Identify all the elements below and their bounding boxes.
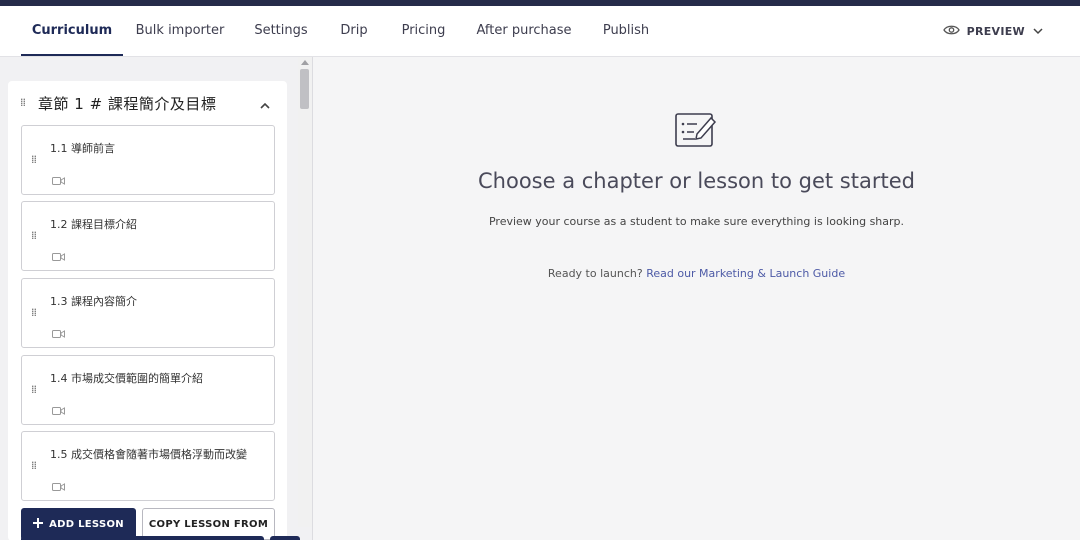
- tab-bulk-importer[interactable]: Bulk importer: [132, 6, 228, 56]
- marketing-guide-link[interactable]: Read our Marketing & Launch Guide: [646, 267, 845, 280]
- empty-state-subtext: Preview your course as a student to make…: [488, 215, 905, 228]
- tab-settings[interactable]: Settings: [248, 6, 314, 56]
- lesson-title: 1.2 課程目標介紹: [50, 218, 137, 231]
- launch-text: Ready to launch? Read our Marketing & La…: [313, 267, 1080, 280]
- lesson-item[interactable]: ⁞⁞ 1.3 課程內容簡介: [21, 278, 275, 348]
- video-icon: [52, 170, 65, 189]
- lesson-title: 1.1 導師前言: [50, 142, 115, 155]
- drag-handle-icon[interactable]: ⁞⁞: [20, 97, 26, 108]
- drag-handle-icon[interactable]: ⁞⁞: [31, 384, 37, 395]
- lesson-title: 1.3 課程內容簡介: [50, 295, 137, 308]
- curriculum-sidebar: ⁞⁞ 章節 1 # 課程簡介及目標 ⁞⁞ 1.1 導師前言 ⁞⁞ 1.2 課程目…: [0, 57, 313, 540]
- lesson-title: 1.5 成交價格會隨著市場價格浮動而改變: [50, 448, 247, 461]
- chapter-options-button[interactable]: [270, 536, 300, 540]
- tab-curriculum[interactable]: Curriculum: [21, 6, 123, 56]
- video-icon: [52, 476, 65, 495]
- scroll-thumb[interactable]: [300, 69, 309, 109]
- empty-state-heading: Choose a chapter or lesson to get starte…: [478, 169, 915, 193]
- drag-handle-icon[interactable]: ⁞⁞: [31, 230, 37, 241]
- main-panel: Choose a chapter or lesson to get starte…: [313, 57, 1080, 540]
- tab-after-purchase[interactable]: After purchase: [473, 6, 575, 56]
- video-icon: [52, 246, 65, 265]
- copy-lesson-label: COPY LESSON FROM: [148, 518, 269, 530]
- drag-handle-icon[interactable]: ⁞⁞: [31, 460, 37, 471]
- lesson-item[interactable]: ⁞⁞ 1.1 導師前言: [21, 125, 275, 195]
- drag-handle-icon[interactable]: ⁞⁞: [31, 307, 37, 318]
- chapter-card: ⁞⁞ 章節 1 # 課程簡介及目標 ⁞⁞ 1.1 導師前言 ⁞⁞ 1.2 課程目…: [8, 81, 287, 540]
- lesson-title: 1.4 市場成交價範圍的簡單介紹: [50, 372, 203, 385]
- plus-icon: [33, 517, 44, 531]
- launch-prefix: Ready to launch?: [547, 267, 643, 280]
- scroll-up-icon[interactable]: [301, 60, 309, 65]
- checklist-edit-icon: [675, 112, 717, 152]
- add-lesson-label: ADD LESSON: [49, 518, 124, 530]
- add-chapter-button[interactable]: [21, 536, 264, 540]
- video-icon: [52, 323, 65, 342]
- chapter-header[interactable]: ⁞⁞ 章節 1 # 課程簡介及目標: [8, 81, 287, 125]
- video-icon: [52, 400, 65, 419]
- eye-icon: [942, 24, 960, 39]
- chapter-title: 章節 1 # 課程簡介及目標: [38, 95, 217, 113]
- preview-button[interactable]: PREVIEW: [942, 6, 1044, 56]
- chevron-up-icon[interactable]: [259, 95, 271, 114]
- tab-drip[interactable]: Drip: [334, 6, 374, 56]
- tab-pricing[interactable]: Pricing: [395, 6, 452, 56]
- lesson-item[interactable]: ⁞⁞ 1.5 成交價格會隨著市場價格浮動而改變: [21, 431, 275, 501]
- preview-label: PREVIEW: [966, 24, 1025, 38]
- tab-bar: Curriculum Bulk importer Settings Drip P…: [0, 6, 1080, 57]
- sidebar-scrollbar[interactable]: [298, 57, 312, 527]
- chevron-down-icon: [1032, 25, 1044, 38]
- tab-publish[interactable]: Publish: [597, 6, 655, 56]
- lesson-item[interactable]: ⁞⁞ 1.2 課程目標介紹: [21, 201, 275, 271]
- drag-handle-icon[interactable]: ⁞⁞: [31, 154, 37, 165]
- lesson-item[interactable]: ⁞⁞ 1.4 市場成交價範圍的簡單介紹: [21, 355, 275, 425]
